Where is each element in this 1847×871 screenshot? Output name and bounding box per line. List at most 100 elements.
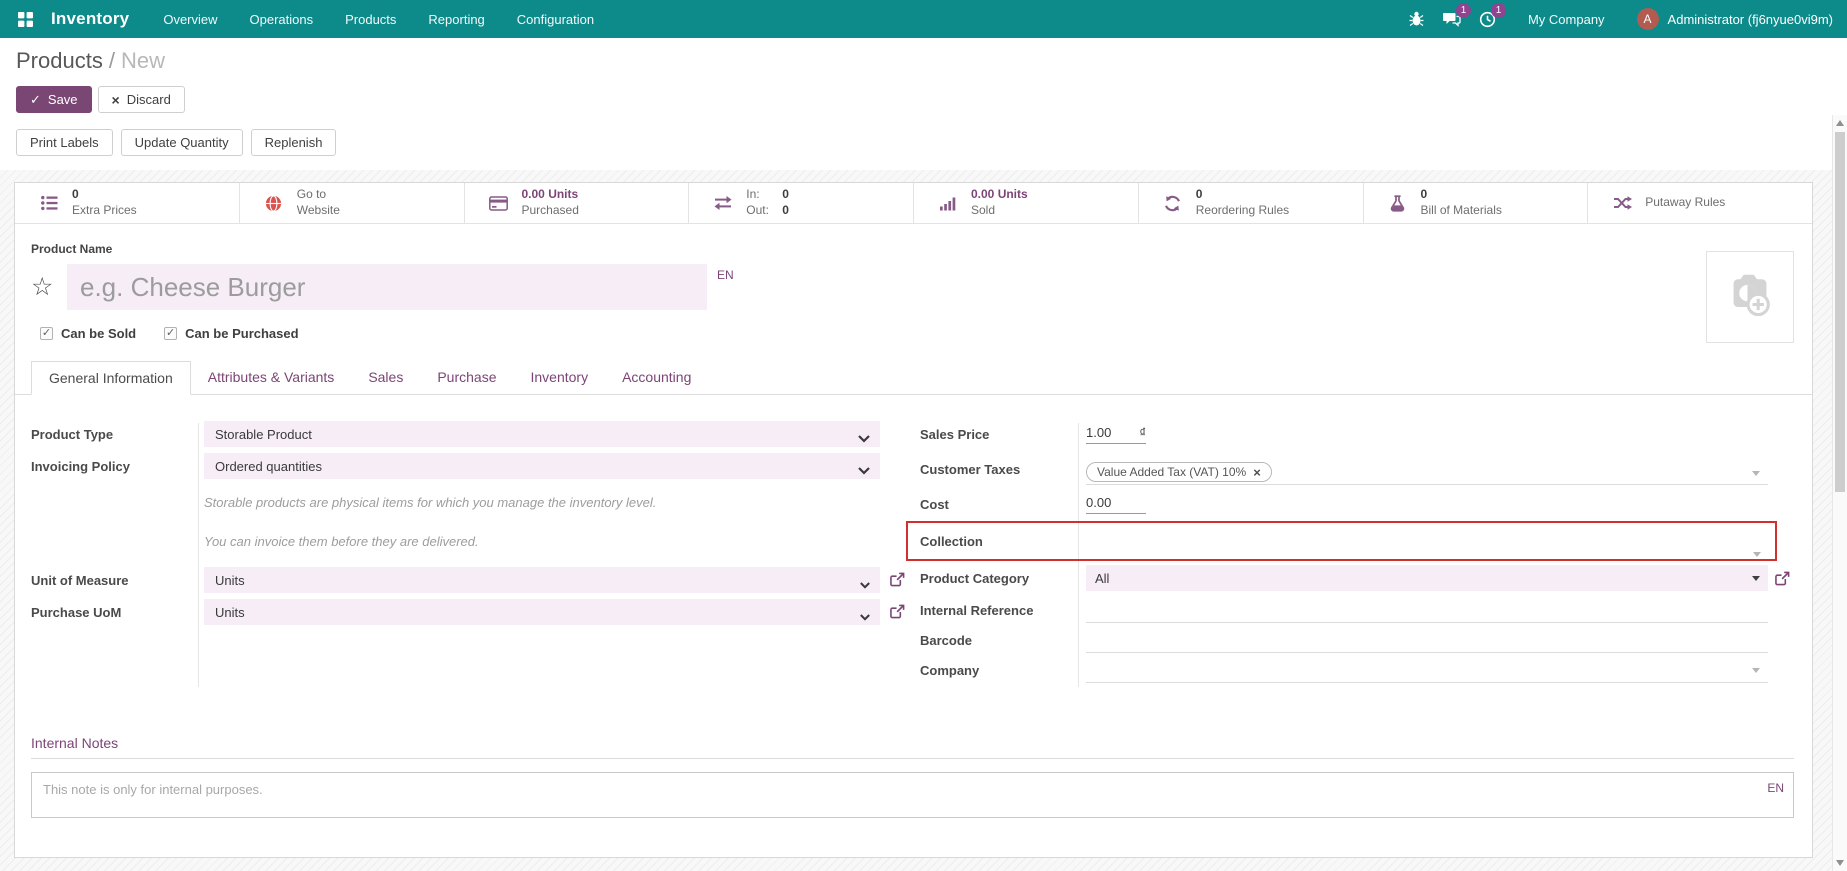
breadcrumb-parent[interactable]: Products: [16, 48, 103, 73]
product-type-select[interactable]: Storable Product: [204, 421, 880, 447]
stat-reordering-rules[interactable]: 0Reordering Rules: [1139, 183, 1364, 223]
category-external-link-icon[interactable]: [1775, 571, 1790, 591]
action-button-row: Print Labels Update Quantity Replenish: [16, 129, 1831, 156]
top-navbar: Inventory Overview Operations Products R…: [0, 0, 1847, 38]
apps-grid-icon[interactable]: [12, 8, 39, 31]
customer-taxes-field[interactable]: Value Added Tax (VAT) 10% ×: [1086, 462, 1768, 485]
product-image-upload[interactable]: [1706, 251, 1794, 343]
stat-go-to-website[interactable]: Go toWebsite: [240, 183, 465, 223]
favorite-star-icon[interactable]: ☆: [31, 264, 55, 310]
tag-remove-icon[interactable]: ×: [1253, 466, 1261, 479]
app-title[interactable]: Inventory: [51, 9, 129, 29]
invoicing-policy-select[interactable]: Ordered quantities: [204, 453, 880, 479]
collection-label: Collection: [920, 534, 1086, 549]
can-be-sold-checkbox[interactable]: ✓: [40, 327, 53, 340]
bom-count: 0: [1421, 187, 1502, 203]
menu-overview[interactable]: Overview: [149, 5, 231, 34]
scrollbar-thumb[interactable]: [1835, 132, 1845, 492]
can-be-sold-label: Can be Sold: [61, 326, 136, 341]
chevron-down-icon: [860, 609, 870, 624]
company-field[interactable]: [1086, 657, 1768, 683]
user-menu[interactable]: A Administrator (fj6nyue0vi9m): [1637, 8, 1833, 30]
product-name-input[interactable]: [67, 264, 707, 310]
internal-notes-textarea[interactable]: [31, 772, 1794, 818]
currency-symbol: ₫: [1139, 425, 1146, 440]
product-type-help-text: Storable products are physical items for…: [204, 495, 904, 510]
internal-notes-title: Internal Notes: [31, 735, 1794, 751]
breadcrumb-separator: /: [109, 48, 115, 73]
name-translation-badge[interactable]: EN: [717, 268, 734, 282]
reordering-label: Reordering Rules: [1196, 203, 1289, 219]
can-be-purchased-checkbox[interactable]: ✓: [164, 327, 177, 340]
left-field-group: Product Type Storable Product Invoicing …: [31, 421, 904, 689]
purchase-uom-field[interactable]: Units: [204, 599, 880, 625]
print-labels-button[interactable]: Print Labels: [16, 129, 113, 156]
product-form-sheet: 0Extra Prices Go toWebsite 0.00 UnitsPur…: [14, 182, 1813, 858]
transfer-arrows-icon: [713, 195, 733, 211]
out-label: Out:: [746, 203, 772, 219]
form-background: 0Extra Prices Go toWebsite 0.00 UnitsPur…: [0, 170, 1847, 871]
scroll-down-arrow[interactable]: [1833, 855, 1847, 871]
bom-label: Bill of Materials: [1421, 203, 1502, 219]
scroll-up-arrow[interactable]: [1833, 115, 1847, 131]
debug-bug-icon[interactable]: [1409, 11, 1424, 27]
menu-reporting[interactable]: Reporting: [414, 5, 498, 34]
stat-purchased[interactable]: 0.00 UnitsPurchased: [465, 183, 690, 223]
uom-field[interactable]: Units: [204, 567, 880, 593]
barcode-label: Barcode: [920, 633, 1086, 648]
tab-accounting[interactable]: Accounting: [605, 361, 708, 394]
user-name: Administrator (fj6nyue0vi9m): [1668, 12, 1833, 27]
menu-products[interactable]: Products: [331, 5, 410, 34]
update-quantity-button[interactable]: Update Quantity: [121, 129, 243, 156]
capability-checkboxes: ✓Can be Sold ✓Can be Purchased: [40, 326, 1794, 341]
purchase-uom-external-link-icon[interactable]: [890, 604, 905, 624]
cost-label: Cost: [920, 497, 1086, 512]
internal-reference-input[interactable]: [1086, 597, 1768, 623]
stat-bill-of-materials[interactable]: 0Bill of Materials: [1364, 183, 1589, 223]
replenish-button[interactable]: Replenish: [251, 129, 337, 156]
stat-in-out[interactable]: In:0 Out:0: [689, 183, 914, 223]
out-value: 0: [782, 203, 789, 219]
tab-inventory[interactable]: Inventory: [514, 361, 606, 394]
product-category-field[interactable]: All: [1086, 565, 1768, 591]
product-type-label: Product Type: [31, 427, 204, 442]
discard-button[interactable]: × Discard: [98, 86, 185, 113]
notes-translation-badge[interactable]: EN: [1767, 781, 1784, 795]
tab-general-information[interactable]: General Information: [31, 361, 191, 395]
menu-configuration[interactable]: Configuration: [503, 5, 608, 34]
list-icon: [39, 195, 59, 211]
purchased-label: Purchased: [522, 203, 579, 219]
barcode-input[interactable]: [1086, 627, 1768, 653]
company-switcher[interactable]: My Company: [1514, 5, 1619, 34]
menu-operations[interactable]: Operations: [236, 5, 328, 34]
chevron-down-icon: [860, 577, 870, 592]
purchase-uom-label: Purchase UoM: [31, 605, 204, 620]
notes-divider: [31, 758, 1794, 759]
stat-sold[interactable]: 0.00 UnitsSold: [914, 183, 1139, 223]
sales-price-label: Sales Price: [920, 427, 1086, 442]
website-line2: Website: [297, 203, 340, 219]
activity-clock-icon[interactable]: 1: [1479, 11, 1496, 28]
in-value: 0: [782, 187, 789, 203]
uom-external-link-icon[interactable]: [890, 572, 905, 592]
tax-tag[interactable]: Value Added Tax (VAT) 10% ×: [1086, 462, 1272, 482]
avatar: A: [1637, 8, 1659, 30]
caret-down-icon: [1752, 668, 1760, 673]
close-icon: ×: [112, 93, 120, 107]
stat-extra-prices[interactable]: 0Extra Prices: [15, 183, 240, 223]
arrow-up-icon: [1836, 120, 1844, 126]
extra-prices-label: Extra Prices: [72, 203, 137, 219]
right-field-group: Sales Price 1.00 ₫ Customer Taxes Value …: [904, 421, 1794, 689]
internal-notes-section: Internal Notes EN: [15, 735, 1812, 823]
messages-icon[interactable]: 1: [1442, 11, 1461, 27]
camera-plus-icon: [1721, 271, 1779, 324]
vertical-scrollbar: [1832, 115, 1847, 871]
tab-sales[interactable]: Sales: [351, 361, 420, 394]
putaway-label: Putaway Rules: [1645, 195, 1725, 211]
tab-attributes-variants[interactable]: Attributes & Variants: [191, 361, 352, 394]
stat-putaway-rules[interactable]: Putaway Rules: [1588, 183, 1812, 223]
sales-price-input[interactable]: 1.00 ₫: [1086, 425, 1146, 444]
save-button[interactable]: ✓ Save: [16, 86, 92, 113]
tab-purchase[interactable]: Purchase: [420, 361, 513, 394]
cost-input[interactable]: 0.00: [1086, 495, 1146, 514]
